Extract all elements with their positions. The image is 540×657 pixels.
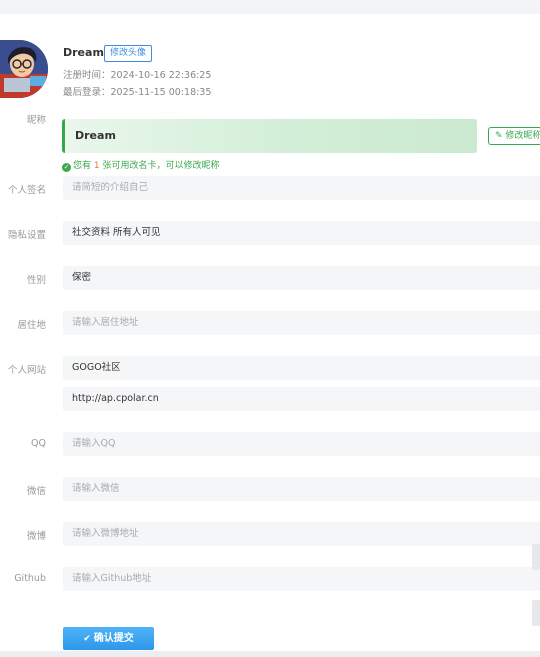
privacy-select[interactable]: 社交资料 所有人可见	[63, 221, 540, 245]
nickname-field: Dream	[62, 119, 477, 153]
edit-nickname-button[interactable]: ✎ 修改昵称	[488, 127, 540, 145]
wechat-input[interactable]: 请输入微信	[63, 477, 540, 501]
profile-settings-card: Dream 修改头像 注册时间：2024-10-16 22:36:25 最后登录…	[0, 14, 540, 651]
weibo-input[interactable]: 请输入微博地址	[63, 522, 540, 546]
gender-select[interactable]: 保密	[63, 266, 540, 290]
edit-nickname-label: 修改昵称	[505, 131, 540, 141]
website-url-input[interactable]: http://ap.cpolar.cn	[63, 387, 540, 411]
edit-avatar-button[interactable]: 修改头像	[104, 45, 153, 62]
signature-label: 个人签名	[7, 185, 46, 196]
nickname-label: 昵称	[26, 115, 46, 126]
privacy-label: 隐私设置	[7, 230, 46, 241]
signature-input[interactable]: 请简短的介绍自己	[63, 176, 540, 200]
weibo-label: 微博	[26, 531, 46, 542]
submit-button[interactable]: ✔ 确认提交	[63, 627, 154, 650]
residence-label: 居住地	[17, 320, 46, 331]
register-time: 注册时间：2024-10-16 22:36:25	[63, 70, 212, 81]
hint-prefix: 您有	[73, 161, 94, 171]
wechat-label: 微信	[26, 486, 46, 497]
user-name: Dream	[63, 46, 104, 59]
last-login-time: 最后登录：2025-11-15 00:18:35	[63, 87, 212, 98]
qq-label: QQ	[31, 438, 46, 449]
scroll-handle[interactable]	[532, 600, 540, 626]
check-circle-icon: ✓	[62, 163, 71, 172]
page-bottom-divider	[0, 651, 540, 657]
residence-input[interactable]: 请输入居住地址	[63, 311, 540, 335]
github-input[interactable]: 请输入Github地址	[63, 567, 540, 591]
github-label: Github	[14, 573, 46, 584]
check-icon: ✔	[83, 634, 91, 644]
submit-label: 确认提交	[93, 633, 134, 644]
qq-input[interactable]: 请输入QQ	[63, 432, 540, 456]
scroll-handle[interactable]	[532, 544, 540, 570]
avatar[interactable]	[0, 40, 48, 98]
gender-label: 性别	[26, 275, 46, 286]
website-name-input[interactable]: GOGO社区	[63, 356, 540, 380]
rename-card-hint: ✓ 您有 1 张可用改名卡，可以修改昵称	[62, 158, 219, 172]
edit-icon: ✎	[495, 131, 503, 141]
hint-suffix: 张可用改名卡，可以修改昵称	[99, 161, 220, 171]
website-label: 个人网站	[7, 365, 46, 376]
